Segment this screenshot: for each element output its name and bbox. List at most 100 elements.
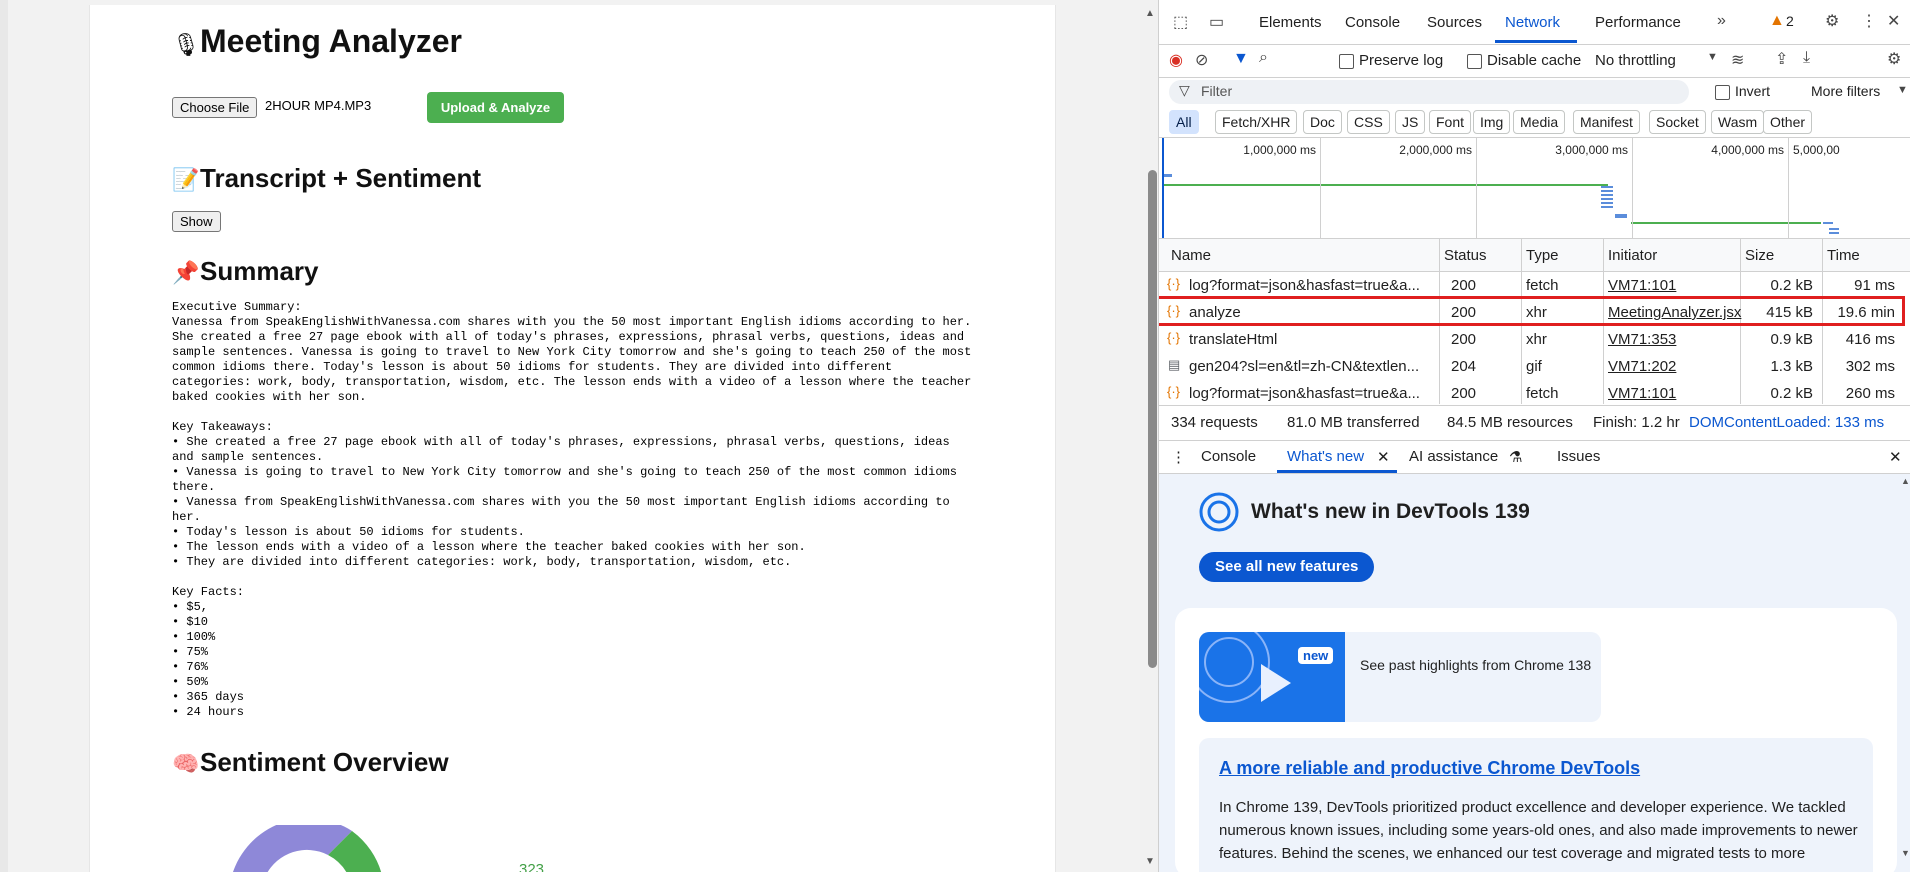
close-drawer-icon[interactable]: ✕ bbox=[1889, 448, 1902, 466]
table-row[interactable]: ▤ gen204?sl=en&tl=zh-CN&textlen... 204 g… bbox=[1159, 353, 1910, 380]
inspect-element-icon[interactable]: ⬚ bbox=[1173, 12, 1188, 32]
chip-media[interactable]: Media bbox=[1513, 110, 1566, 134]
table-row[interactable]: {·} translateHtml 200 xhr VM71:353 0.9 k… bbox=[1159, 326, 1910, 353]
stop-recording-icon[interactable]: ◉ bbox=[1169, 50, 1183, 70]
timeline-bar-requests bbox=[1601, 186, 1613, 208]
chip-font[interactable]: Font bbox=[1429, 110, 1472, 134]
scroll-up-arrow[interactable]: ▲ bbox=[1901, 476, 1910, 486]
request-status: 200 bbox=[1451, 385, 1477, 402]
highlights-card[interactable]: new See past highlights from Chrome 138 bbox=[1199, 632, 1601, 722]
resources-size: 84.5 MB resources bbox=[1447, 414, 1573, 431]
chevron-down-icon[interactable]: ▼ bbox=[1707, 51, 1718, 63]
selected-file-name: 2HOUR MP4.MP3 bbox=[265, 98, 372, 113]
chip-img[interactable]: Img bbox=[1473, 110, 1511, 134]
tab-sources[interactable]: Sources bbox=[1427, 14, 1482, 31]
preserve-log-checkbox[interactable] bbox=[1339, 54, 1354, 69]
page-scrollbar[interactable]: ▲ ▼ bbox=[1140, 0, 1158, 872]
transcript-heading-text: Transcript + Sentiment bbox=[200, 163, 482, 193]
drawer-tab-issues[interactable]: Issues bbox=[1557, 448, 1600, 465]
flask-icon: ⚗ bbox=[1509, 449, 1523, 466]
image-request-icon: ▤ bbox=[1168, 357, 1181, 372]
network-conditions-icon[interactable]: ≋ bbox=[1731, 50, 1744, 70]
column-initiator[interactable]: Initiator bbox=[1608, 247, 1657, 264]
chip-other[interactable]: Other bbox=[1763, 110, 1813, 134]
sentiment-heading-text: Sentiment Overview bbox=[200, 747, 449, 777]
request-status: 204 bbox=[1451, 358, 1477, 375]
more-filters-chevron-icon[interactable]: ▼ bbox=[1897, 84, 1908, 96]
column-size[interactable]: Size bbox=[1745, 247, 1774, 264]
filter-row: ▽ Filter Invert More filters ▼ bbox=[1159, 77, 1910, 107]
chip-all[interactable]: All bbox=[1169, 110, 1199, 134]
column-name[interactable]: Name bbox=[1171, 247, 1211, 264]
close-tab-icon[interactable]: ✕ bbox=[1377, 448, 1390, 466]
request-size: 0.2 kB bbox=[1770, 277, 1813, 294]
timeline-bar-requests bbox=[1823, 222, 1833, 224]
upload-har-icon[interactable]: ⇪ bbox=[1775, 49, 1788, 69]
chip-fetch-xhr[interactable]: Fetch/XHR bbox=[1215, 110, 1298, 134]
chrome-devtools-logo-icon bbox=[1199, 492, 1239, 532]
request-initiator[interactable]: VM71:101 bbox=[1608, 385, 1676, 402]
network-settings-icon[interactable]: ⚙ bbox=[1887, 49, 1901, 69]
drawer-tab-console[interactable]: Console bbox=[1201, 448, 1256, 465]
request-initiator[interactable]: VM71:202 bbox=[1608, 358, 1676, 375]
warning-count[interactable]: 2 bbox=[1786, 13, 1794, 29]
drawer-tab-whats-new[interactable]: What's new bbox=[1287, 448, 1364, 465]
show-transcript-button[interactable]: Show bbox=[172, 211, 221, 232]
choose-file-button[interactable]: Choose File bbox=[172, 97, 258, 118]
disable-cache-checkbox[interactable] bbox=[1467, 54, 1482, 69]
close-devtools-icon[interactable]: ✕ bbox=[1887, 11, 1900, 31]
pushpin-icon: 📌 bbox=[172, 260, 200, 285]
table-row[interactable]: {·} log?format=json&hasfast=true&a... 20… bbox=[1159, 380, 1910, 407]
request-type: fetch bbox=[1526, 385, 1559, 402]
more-options-icon[interactable]: ⋮ bbox=[1861, 11, 1877, 31]
table-row[interactable]: {·} log?format=json&hasfast=true&a... 20… bbox=[1159, 272, 1910, 299]
upload-analyze-button[interactable]: Upload & Analyze bbox=[427, 92, 564, 123]
scroll-down-arrow[interactable]: ▼ bbox=[1145, 856, 1155, 867]
invert-checkbox[interactable] bbox=[1715, 85, 1730, 100]
chip-socket[interactable]: Socket bbox=[1649, 110, 1706, 134]
timeline-gridline bbox=[1476, 138, 1477, 238]
filter-icon: ▽ bbox=[1179, 82, 1190, 98]
warning-icon[interactable]: ▲ bbox=[1769, 12, 1785, 30]
tab-network[interactable]: Network bbox=[1505, 14, 1560, 31]
throttling-select[interactable]: No throttling bbox=[1595, 52, 1676, 69]
device-toolbar-icon[interactable]: ▭ bbox=[1209, 12, 1224, 32]
filter-funnel-icon[interactable]: ▼ bbox=[1233, 50, 1249, 68]
request-initiator[interactable]: VM71:353 bbox=[1608, 331, 1676, 348]
filter-input[interactable]: ▽ Filter bbox=[1169, 80, 1689, 104]
column-time[interactable]: Time bbox=[1827, 247, 1860, 264]
drawer-tab-ai-assistance[interactable]: AI assistance bbox=[1409, 448, 1498, 465]
chip-wasm[interactable]: Wasm bbox=[1711, 110, 1765, 134]
drawer-scrollbar[interactable]: ▲ ▼ bbox=[1901, 476, 1910, 858]
chip-manifest[interactable]: Manifest bbox=[1573, 110, 1640, 134]
column-status[interactable]: Status bbox=[1444, 247, 1487, 264]
chip-js[interactable]: JS bbox=[1395, 110, 1426, 134]
download-har-icon[interactable]: ⤓ bbox=[1803, 49, 1810, 67]
devtools-panel: ⬚ ▭ Elements Console Sources Network Per… bbox=[1158, 0, 1910, 872]
brain-icon: 🧠 bbox=[172, 751, 200, 776]
more-tabs-icon[interactable]: » bbox=[1717, 12, 1726, 30]
network-toolbar: ◉ ⊘ ▼ ⌕ Preserve log Disable cache No th… bbox=[1159, 44, 1910, 78]
more-filters-button[interactable]: More filters bbox=[1811, 83, 1880, 99]
search-icon[interactable]: ⌕ bbox=[1259, 49, 1268, 67]
chip-css[interactable]: CSS bbox=[1347, 110, 1390, 134]
scroll-up-arrow[interactable]: ▲ bbox=[1145, 8, 1155, 19]
see-all-new-features-button[interactable]: See all new features bbox=[1199, 552, 1375, 582]
request-initiator[interactable]: VM71:101 bbox=[1608, 277, 1676, 294]
request-name: gen204?sl=en&tl=zh-CN&textlen... bbox=[1189, 358, 1420, 375]
tab-console[interactable]: Console bbox=[1345, 14, 1400, 31]
clear-icon[interactable]: ⊘ bbox=[1195, 50, 1208, 70]
request-time: 260 ms bbox=[1845, 385, 1895, 402]
sentiment-heading: 🧠Sentiment Overview bbox=[172, 747, 449, 778]
drawer-menu-icon[interactable]: ⋮ bbox=[1171, 448, 1186, 466]
tab-performance[interactable]: Performance bbox=[1595, 14, 1681, 31]
highlights-text: See past highlights from Chrome 138 bbox=[1360, 657, 1592, 673]
tab-elements[interactable]: Elements bbox=[1259, 14, 1322, 31]
scrollbar-thumb[interactable] bbox=[1148, 170, 1157, 668]
article-title-link[interactable]: A more reliable and productive Chrome De… bbox=[1219, 758, 1640, 779]
column-type[interactable]: Type bbox=[1526, 247, 1559, 264]
settings-gear-icon[interactable]: ⚙ bbox=[1825, 11, 1839, 31]
scroll-down-arrow[interactable]: ▼ bbox=[1901, 848, 1910, 858]
finish-time: Finish: 1.2 hr bbox=[1593, 414, 1680, 431]
chip-doc[interactable]: Doc bbox=[1303, 110, 1342, 134]
